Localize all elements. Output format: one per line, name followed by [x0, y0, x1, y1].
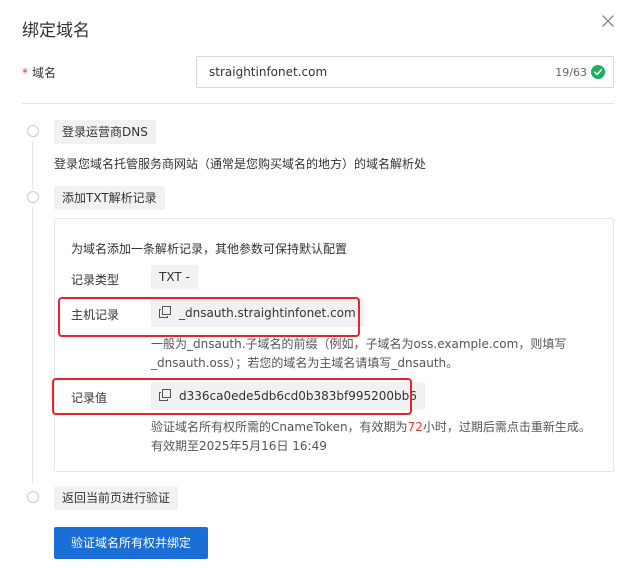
record-value-highlight-frame [52, 378, 412, 415]
domain-input-wrapper: 19/63 [196, 56, 614, 88]
token-expiry: 有效期至2025年5月16日 16:49 [151, 439, 327, 453]
host-hint-line-1: 一般为_dnsauth.子域名的前缀（例如，子域名为oss.example.co… [151, 337, 567, 351]
step-1-line [32, 141, 33, 189]
close-icon[interactable] [598, 11, 618, 31]
step-2-line [32, 207, 33, 483]
domain-field-row: * 域名 19/63 [22, 56, 614, 88]
txt-record-panel: 为域名添加一条解析记录，其他参数可保持默认配置 记录类型 TXT - 主机记录 … [54, 218, 614, 472]
dialog-title: 绑定域名 [22, 21, 90, 41]
verify-and-bind-button[interactable]: 验证域名所有权并绑定 [54, 527, 208, 559]
record-type-value: TXT - [151, 265, 198, 289]
step-1-description: 登录您域名托管服务商网站（通常是您购买域名的地方）的域名解析处 [54, 157, 427, 171]
record-type-label: 记录类型 [71, 273, 120, 287]
domain-input[interactable] [209, 65, 539, 79]
token-hint: 验证域名所有权所需的CnameToken，有效期为72小时，过期后需点击重新生成… [151, 418, 591, 437]
char-counter: 19/63 [555, 66, 587, 79]
check-circle-icon [591, 65, 605, 79]
step-2-tag: 添加TXT解析记录 [54, 186, 165, 210]
host-hint-line-2: _dnsauth.oss）；若您的域名为主域名请填写_dnsauth。 [151, 356, 459, 370]
step-3-tag: 返回当前页进行验证 [54, 486, 179, 510]
domain-label-text: 域名 [32, 66, 57, 80]
panel-intro: 为域名添加一条解析记录，其他参数可保持默认配置 [71, 242, 348, 256]
required-mark: * [22, 66, 28, 80]
step-1-tag: 登录运营商DNS [54, 120, 156, 144]
token-hint-prefix: 验证域名所有权所需的CnameToken，有效期为 [151, 420, 408, 434]
step-3-dot [27, 491, 39, 503]
host-record-highlight-frame [58, 297, 360, 337]
step-2-dot [27, 191, 39, 203]
divider [22, 103, 614, 104]
token-hint-suffix: 小时，过期后需点击重新生成。 [422, 420, 591, 434]
token-hint-hours: 72 [407, 420, 423, 434]
step-1-dot [27, 125, 39, 137]
domain-label: * 域名 [22, 64, 56, 81]
